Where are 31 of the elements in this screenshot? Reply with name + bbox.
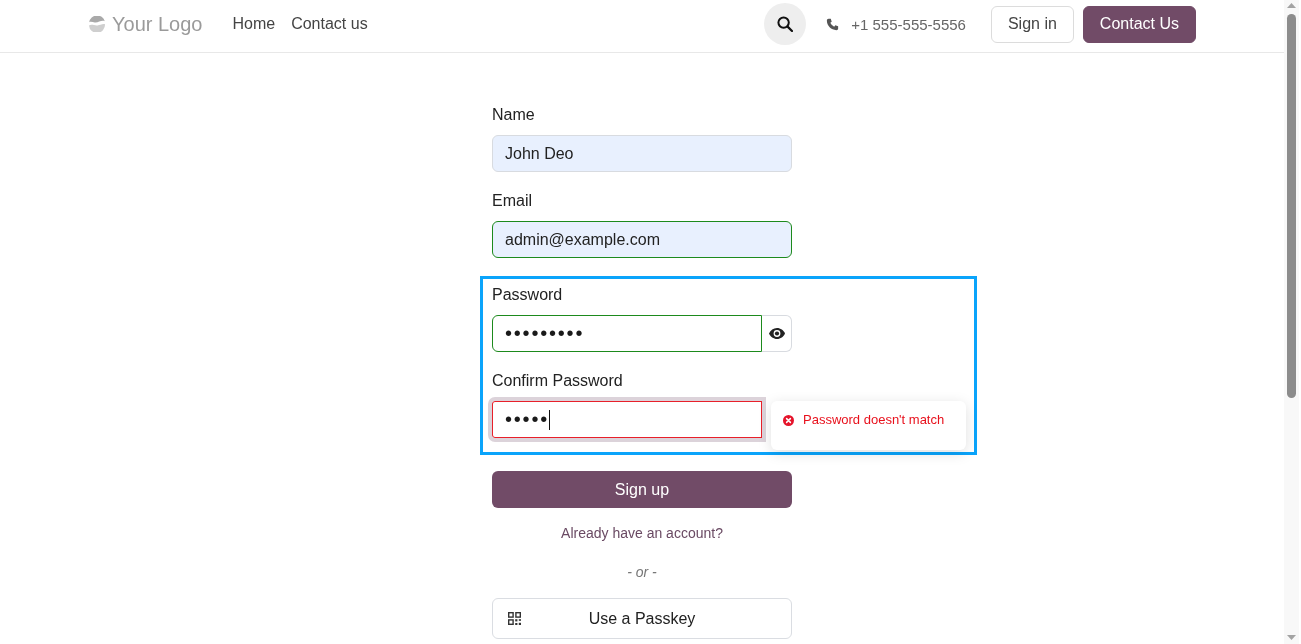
contact-us-button[interactable]: Contact Us	[1082, 5, 1196, 43]
field-label: Email	[492, 191, 532, 211]
show-password-button[interactable]	[762, 315, 792, 352]
field-label: Name	[492, 105, 535, 125]
text-cursor-icon	[549, 409, 550, 430]
qr-code-icon	[508, 612, 521, 625]
field-label: Password	[492, 285, 563, 305]
nav-link[interactable]: Contact us	[283, 10, 376, 38]
search-icon	[777, 16, 794, 32]
logo-icon	[87, 16, 107, 32]
phone-link[interactable]: +1 555-555-5556	[826, 15, 966, 33]
password-field[interactable]: •••••••••	[492, 315, 762, 352]
error-icon	[783, 414, 794, 426]
input-field[interactable]: admin@example.com	[492, 221, 792, 258]
scroll-down-icon	[1287, 635, 1296, 640]
scrollbar-thumb[interactable]	[1287, 14, 1296, 398]
scroll-up-icon	[1287, 3, 1296, 8]
field-label: Confirm Password	[492, 371, 623, 391]
passkey-button[interactable]: Use a Passkey	[492, 598, 792, 639]
error-message: Password doesn't match	[803, 412, 945, 428]
phone-icon	[826, 17, 840, 31]
eye-icon	[768, 328, 785, 339]
search-button[interactable]	[764, 3, 807, 45]
scrollbar[interactable]	[1284, 0, 1299, 644]
or-separator: - or -	[627, 564, 657, 580]
input-field[interactable]: John Deo	[492, 135, 792, 172]
sign-in-button[interactable]: Sign in	[990, 5, 1074, 43]
password-field[interactable]: •••••	[488, 397, 766, 442]
nav-link[interactable]: Home	[224, 10, 284, 38]
login-link[interactable]: Already have an account?	[561, 525, 723, 541]
sign-up-button[interactable]: Sign up	[492, 471, 792, 508]
